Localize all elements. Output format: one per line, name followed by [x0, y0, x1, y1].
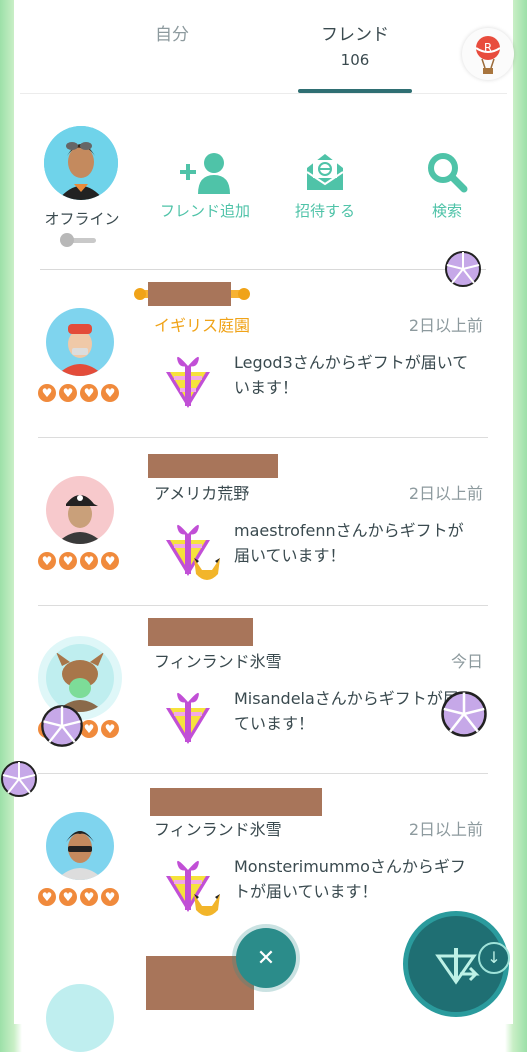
friend-row[interactable]: フィンランド氷雪 2日以上前 Monsterimummoさんからギフトが届いてい…: [38, 774, 488, 942]
rocket-balloon-icon[interactable]: R: [462, 28, 514, 80]
friend-avatar: [46, 308, 114, 376]
redacted-name: [150, 788, 322, 816]
redacted-name: [148, 454, 278, 478]
redacted-name: [148, 618, 253, 646]
add-friend-icon: [180, 153, 230, 194]
search-icon: [428, 153, 468, 193]
last-active-time: 2日以上前: [408, 316, 483, 335]
friend-location: フィンランド氷雪: [154, 820, 282, 839]
friend-row[interactable]: フィンランド氷雪 今日 Misandelaさんからギフトが届いています！: [38, 606, 488, 774]
tab-divider: [20, 93, 507, 94]
send-gift-icon: [435, 948, 480, 985]
search-label: 検索: [431, 202, 462, 220]
invite-label: 招待する: [294, 202, 355, 220]
pikachu-gift-badge-icon: [194, 558, 220, 580]
last-active-time: 2日以上前: [408, 484, 483, 503]
tab-friends[interactable]: フレンド: [300, 20, 410, 45]
lure-module-icon: [1, 761, 37, 797]
gift-message: Legod3さんからギフトが届いています！: [234, 353, 469, 397]
gift-message: Monsterimummoさんからギフトが届いています！: [234, 857, 466, 901]
friend-avatar: [46, 984, 114, 1052]
friend-location: フィンランド氷雪: [154, 652, 282, 671]
friendship-level-hearts: [38, 888, 119, 906]
friend-avatar: [46, 476, 114, 544]
gift-message: maestrofennさんからギフトが届いています！: [234, 521, 464, 565]
add-friend-label: フレンド追加: [159, 202, 250, 220]
close-icon: ✕: [256, 945, 276, 971]
pikachu-gift-badge-icon: [194, 894, 220, 916]
friend-avatar: [46, 812, 114, 880]
add-friend-button[interactable]: フレンド追加: [150, 150, 260, 221]
online-status-label: オフライン: [44, 210, 120, 228]
gift-icon[interactable]: [160, 346, 216, 410]
friend-row[interactable]: イギリス庭園 2日以上前 Legod3さんからギフトが届いています！: [38, 270, 488, 438]
invite-button[interactable]: 招待する: [280, 150, 370, 221]
friend-row[interactable]: アメリカ荒野 2日以上前 maestrofennさんからギフトが届いています！: [38, 438, 488, 606]
friends-count: 106: [340, 51, 370, 69]
search-button[interactable]: 検索: [415, 150, 479, 221]
lure-module-icon: [441, 691, 487, 737]
friendship-level-hearts: [38, 552, 119, 570]
gift-icon[interactable]: [160, 682, 216, 746]
online-status-toggle[interactable]: [60, 233, 96, 247]
friend-location: イギリス庭園: [154, 316, 251, 335]
tab-self[interactable]: 自分: [150, 20, 194, 45]
invite-envelope-icon: [306, 154, 344, 190]
svg-text:R: R: [484, 41, 492, 55]
last-active-time: 2日以上前: [408, 820, 483, 839]
friendship-level-hearts: [38, 384, 119, 402]
lure-module-icon: [41, 705, 83, 747]
redacted-name: [148, 282, 231, 306]
last-active-time: 今日: [450, 652, 483, 671]
lure-module-icon: [445, 251, 481, 287]
close-button[interactable]: ✕: [236, 928, 296, 988]
chevron-down-icon[interactable]: ↓: [478, 942, 510, 974]
friend-avatar: [46, 644, 114, 712]
friend-location: アメリカ荒野: [154, 484, 250, 503]
my-avatar[interactable]: [44, 126, 118, 200]
send-gifts-button[interactable]: ↓: [408, 916, 510, 1012]
